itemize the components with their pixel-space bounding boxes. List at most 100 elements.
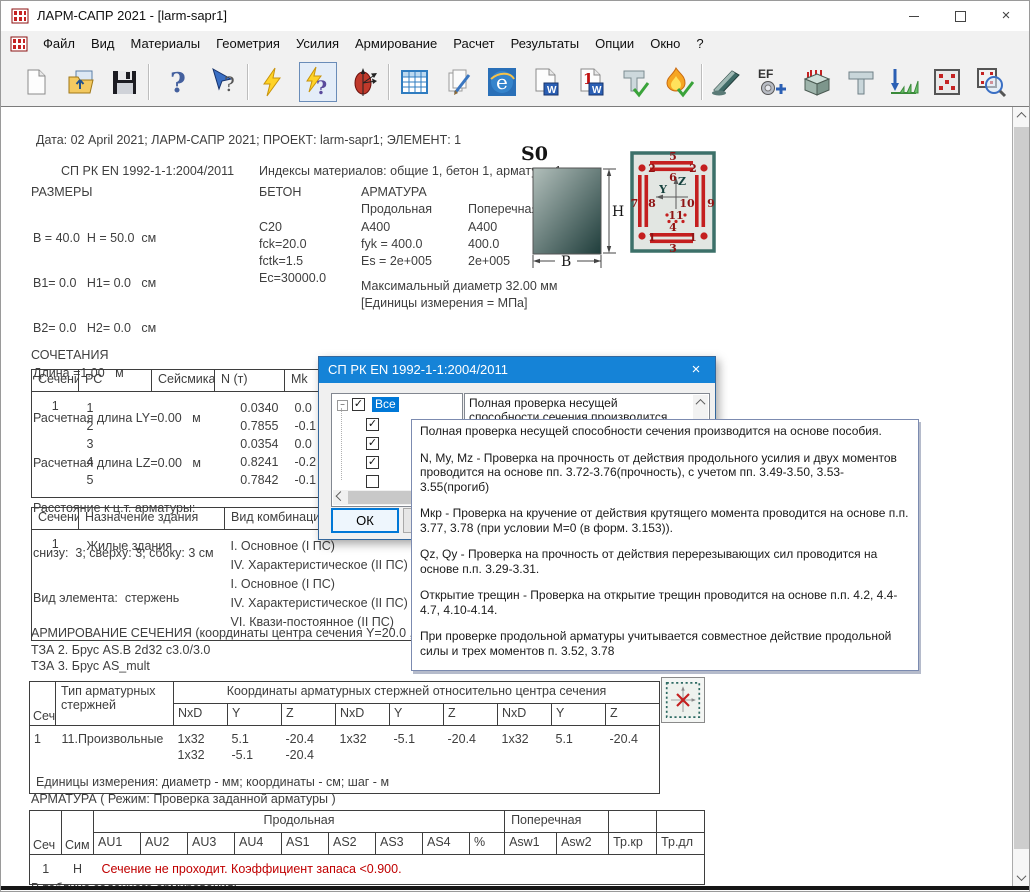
application-window: ЛАРМ-САПР 2021 - [larm-sapr1] × Файл Вид… [0,0,1030,892]
tree-child-checkbox[interactable]: ✓ [366,437,379,450]
toolbar-separator [247,64,249,100]
toolbar-button-t-section[interactable] [842,62,880,102]
toolbar-button-load-diagram[interactable] [884,62,922,102]
minimize-button[interactable] [891,1,937,31]
toolbar-button-calculate[interactable] [253,62,291,102]
menu-item-file[interactable]: Файл [35,31,83,57]
tree-connector [341,408,343,480]
col-header-au3: AU3 [188,833,235,855]
units-note: Единицы измерения: диаметр - мм; координ… [30,763,660,794]
menu-item-reinforcement[interactable]: Армирование [347,31,445,57]
menu-item-options[interactable]: Опции [587,31,642,57]
span-header-coordinates: Координаты арматурных стержней относител… [174,682,660,704]
menu: Файл Вид Материалы Геометрия Усилия Арми… [35,31,712,57]
section-preview-button[interactable] [661,677,705,723]
desc-scroll-up-button[interactable] [693,395,708,410]
hscroll-left-button[interactable] [333,490,348,505]
wedge-section-icon [711,66,743,98]
report-code: СП РК EN 1992-1-1:2004/2011 [61,164,234,178]
close-button[interactable]: × [983,1,1029,31]
menu-item-geometry[interactable]: Геометрия [208,31,288,57]
app-icon [11,7,29,25]
tree-child-checkbox[interactable]: ✓ [366,456,379,469]
tree-root-label[interactable]: Все [372,397,399,412]
tooltip-paragraph: N, My, Mz - Проверка на прочность от дей… [420,451,910,495]
tree-root-checkbox[interactable]: ✓ [352,398,365,411]
sub-header-y: Y [390,704,444,726]
toolbar-button-help[interactable]: ? [158,62,196,102]
menu-item-materials[interactable]: Материалы [123,31,209,57]
menu-item-help[interactable]: ? [688,31,711,57]
toolbar-button-zoom-section[interactable] [972,62,1010,102]
tooltip-paragraph: Полная проверка несущей способности сече… [420,424,910,439]
titlebar: ЛАРМ-САПР 2021 - [larm-sapr1] × [1,1,1030,32]
rebar-row: 1 11.Произвольные 1x321x32 5.1-5.1 -20.4… [30,726,660,764]
col-header-as4: AS4 [423,833,470,855]
tza-line-1: ТЗА 2. Брус AS.B 2d32 c3.0/3.0 [31,643,210,657]
toolbar-button-word-numbered-report[interactable]: 1 W [572,62,610,102]
scroll-thumb[interactable] [1014,127,1029,849]
toolbar-button-fire-check[interactable] [659,62,697,102]
rebar-add-icon: EF [756,66,788,98]
toolbar-button-section-points[interactable] [928,62,966,102]
section-figure-s0: S0 H B [517,142,625,278]
toolbar-button-context-help[interactable]: ? [204,62,242,102]
word-report-icon: W [531,67,561,97]
menu-item-results[interactable]: Результаты [503,31,587,57]
toolbar-button-calculate-query[interactable]: ? [299,62,337,102]
group-header-longitudinal: Продольная [94,811,505,833]
sub-header-y: Y [552,704,606,726]
ok-button[interactable]: ОК [331,508,399,533]
tooltip-paragraph: Qz, Qy - Проверка на прочность от действ… [420,547,910,576]
toolbar-button-new-document[interactable] [17,62,55,102]
scroll-up-button[interactable] [1013,107,1030,124]
dialog-titlebar[interactable]: СП РК EN 1992-1-1:2004/2011 [319,357,715,383]
punching-check-icon [619,66,651,98]
sub-header-nxd: NxD [336,704,390,726]
col-header-type: Тип арматурных стержней [56,682,174,726]
toolbar-button-rebar-add[interactable]: EF [753,62,791,102]
menu-item-forces[interactable]: Усилия [288,31,347,57]
toolbar-button-punching-check[interactable] [616,62,654,102]
toolbar-button-save[interactable] [105,62,143,102]
rebar-col-longitudinal: Продольная [361,202,432,216]
dialog-close-button[interactable]: × [681,357,711,383]
menu-item-window[interactable]: Окно [642,31,688,57]
vertical-scrollbar[interactable] [1012,107,1030,886]
toolbar-button-edit-report[interactable] [439,62,477,102]
sub-header-y: Y [228,704,282,726]
toolbar-button-html-report[interactable]: e [483,62,521,102]
svg-text:W: W [547,85,557,96]
rebar-values-right: A400 400.0 2e+005 [468,219,510,270]
calculate-icon [257,67,287,97]
tza-line-2: ТЗА 3. Брус AS_mult [31,659,150,673]
chevron-left-icon [336,491,346,501]
svg-text:EF: EF [758,67,773,81]
armature-heading: АРМАТУРА ( Режим: Проверка заданной арма… [31,792,336,806]
col-header-au1: AU1 [94,833,141,855]
menu-item-view[interactable]: Вид [83,31,123,57]
toolbar-button-results-table[interactable] [395,62,433,102]
new-document-icon [21,67,51,97]
toolbar-button-wedge-section[interactable] [708,62,746,102]
col-header-seismic: Сейсмика [152,370,215,392]
toolbar-button-word-report[interactable]: W [527,62,565,102]
combinations-title: СОЧЕТАНИЯ [31,348,108,362]
minimize-icon [909,16,919,17]
maximize-button[interactable] [937,1,983,31]
toolbar-button-interaction-curves[interactable] [345,62,383,102]
scroll-down-button[interactable] [1013,869,1030,886]
tree-child-checkbox[interactable]: ✓ [366,418,379,431]
toolbar-button-concrete-block[interactable] [798,62,836,102]
menu-item-calculation[interactable]: Расчет [445,31,502,57]
svg-text:?: ? [224,72,235,96]
save-icon [109,67,139,97]
svg-text:W: W [592,85,602,96]
interaction-curves-icon [348,66,380,98]
results-table-icon [399,67,429,97]
col-header-as2: AS2 [329,833,376,855]
concrete-block: C20 fck=20.0 fctk=1.5 Ec=30000.0 [259,219,326,287]
toolbar-button-open-project[interactable] [62,62,100,102]
rebar-num-2: 2 [689,162,697,175]
tree-child-checkbox[interactable] [366,475,379,488]
